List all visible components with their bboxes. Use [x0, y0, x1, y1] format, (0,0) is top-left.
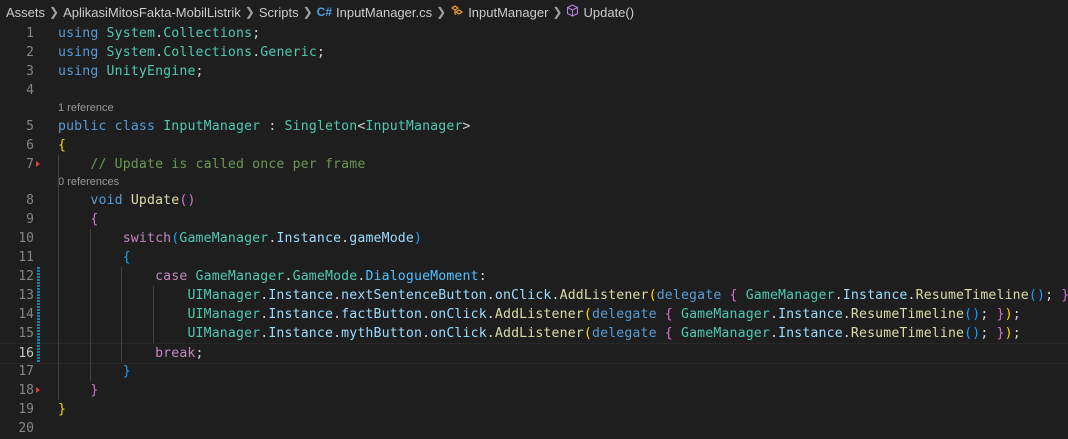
code-text: void Update(): [90, 193, 196, 208]
chevron-right-icon: ❯: [49, 5, 60, 19]
code-text: break;: [155, 346, 204, 361]
indent-guide: [58, 155, 59, 400]
code-line[interactable]: 19}: [0, 400, 1068, 419]
breadcrumb-file[interactable]: InputManager.cs: [336, 5, 432, 20]
code-line[interactable]: 20: [0, 419, 1068, 438]
code-line[interactable]: 14 UIManager.Instance.factButton.onClick…: [0, 305, 1068, 324]
breadcrumb-scripts[interactable]: Scripts: [259, 5, 299, 20]
codelens-reference-count[interactable]: 0 references: [58, 176, 119, 188]
line-number: 20: [18, 421, 34, 436]
code-text: }: [90, 383, 99, 398]
fold-marker-icon[interactable]: [36, 161, 40, 167]
line-number: 18: [18, 383, 34, 398]
csharp-file-icon: C#: [316, 5, 332, 19]
line-number: 11: [18, 250, 34, 265]
line-number: 17: [18, 364, 34, 379]
code-text: {: [58, 138, 67, 153]
line-number: 3: [26, 64, 34, 79]
code-line[interactable]: 10 switch(GameManager.Instance.gameMode): [0, 229, 1068, 248]
code-line[interactable]: 16 break;: [0, 343, 1068, 364]
code-line[interactable]: 7 // Update is called once per frame: [0, 155, 1068, 174]
code-line[interactable]: 12 case GameManager.GameMode.DialogueMom…: [0, 267, 1068, 286]
indent-guide: [89, 229, 91, 381]
code-text: {: [122, 250, 131, 265]
line-number: 10: [18, 231, 34, 246]
line-number: 8: [26, 193, 34, 208]
code-text: // Update is called once per frame: [90, 157, 366, 172]
line-number: 15: [18, 326, 34, 341]
line-number: 13: [18, 288, 34, 303]
breadcrumb: Assets ❯ AplikasiMitosFakta-MobilListrik…: [0, 0, 1068, 24]
line-number: 9: [26, 212, 34, 227]
code-line[interactable]: 9 {: [0, 210, 1068, 229]
line-number: 14: [18, 307, 34, 322]
line-number: 5: [26, 119, 34, 134]
code-text: using System.Collections.Generic;: [58, 45, 326, 60]
chevron-right-icon: ❯: [302, 5, 313, 19]
line-number: 1: [26, 26, 34, 41]
code-line[interactable]: 3 using UnityEngine;: [0, 62, 1068, 81]
line-number: 7: [26, 157, 34, 172]
class-symbol-icon: [450, 4, 464, 20]
line-number: 6: [26, 138, 34, 153]
breadcrumb-class[interactable]: InputManager: [468, 5, 548, 20]
code-text: {: [90, 212, 99, 227]
code-text: }: [58, 402, 67, 417]
code-line[interactable]: 8 void Update(): [0, 191, 1068, 210]
fold-marker-icon[interactable]: [36, 387, 40, 393]
indent-guide: [152, 286, 154, 343]
code-text: public class InputManager : Singleton<In…: [58, 119, 471, 134]
code-text: UIManager.Instance.nextSentenceButton.on…: [187, 288, 1068, 303]
code-line[interactable]: 15 UIManager.Instance.mythButton.onClick…: [0, 324, 1068, 343]
code-line[interactable]: 2 using System.Collections.Generic;: [0, 43, 1068, 62]
code-line[interactable]: 4: [0, 81, 1068, 100]
code-line[interactable]: 11 {: [0, 248, 1068, 267]
breadcrumb-method[interactable]: Update(): [583, 5, 634, 20]
line-number: 2: [26, 45, 34, 60]
code-text: case GameManager.GameMode.DialogueMoment…: [155, 269, 487, 284]
code-line[interactable]: 6{: [0, 136, 1068, 155]
breadcrumb-assets[interactable]: Assets: [6, 5, 45, 20]
line-number: 12: [18, 269, 34, 284]
indent-guide: [121, 267, 123, 362]
code-editor[interactable]: 1 using System.Collections; 2 using System.…: [0, 24, 1068, 439]
chevron-right-icon: ❯: [244, 5, 255, 19]
line-number: 16: [18, 346, 34, 361]
code-text: UIManager.Instance.factButton.onClick.Ad…: [187, 307, 1021, 322]
code-text: using UnityEngine;: [58, 64, 204, 79]
chevron-right-icon: ❯: [552, 5, 563, 19]
git-modified-gutter[interactable]: [37, 267, 40, 362]
breadcrumb-project-folder[interactable]: AplikasiMitosFakta-MobilListrik: [63, 5, 241, 20]
code-text: using System.Collections;: [58, 26, 261, 41]
line-number: 19: [18, 402, 34, 417]
codelens-reference-count[interactable]: 1 reference: [58, 102, 114, 114]
method-symbol-icon: [566, 4, 579, 20]
code-text: UIManager.Instance.mythButton.onClick.Ad…: [187, 326, 1021, 341]
code-line[interactable]: 5 public class InputManager : Singleton<I…: [0, 117, 1068, 136]
code-text: }: [122, 364, 131, 379]
code-line[interactable]: 13 UIManager.Instance.nextSentenceButton…: [0, 286, 1068, 305]
code-text: switch(GameManager.Instance.gameMode): [122, 231, 423, 246]
line-number: 4: [26, 83, 34, 98]
code-line[interactable]: 17 }: [0, 362, 1068, 381]
code-line[interactable]: 1 using System.Collections;: [0, 24, 1068, 43]
code-line[interactable]: 18 }: [0, 381, 1068, 400]
chevron-right-icon: ❯: [436, 5, 447, 19]
